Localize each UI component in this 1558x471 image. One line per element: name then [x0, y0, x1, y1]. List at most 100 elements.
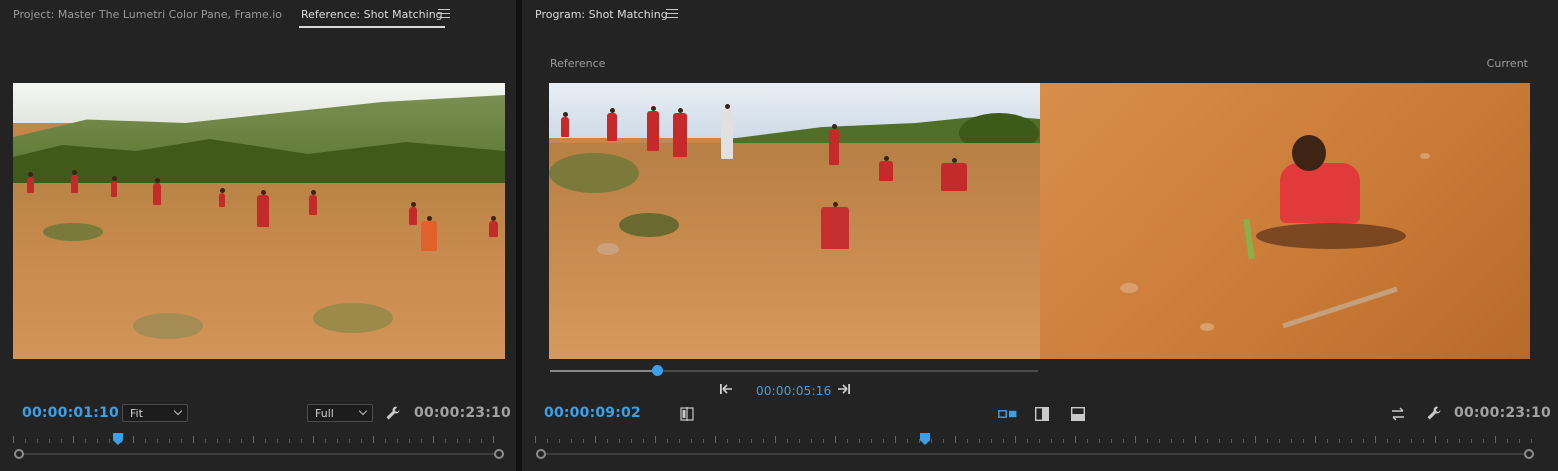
tab-program-shot-matching[interactable]: Program: Shot Matching: [535, 8, 668, 21]
ruler-tick: [313, 436, 314, 443]
ruler-tick: [739, 439, 740, 443]
ruler-tick: [241, 439, 242, 443]
ruler-tick: [1399, 439, 1400, 443]
ruler-tick: [631, 439, 632, 443]
ruler-tick: [49, 439, 50, 443]
ruler-tick: [823, 439, 824, 443]
ruler-tick: [1243, 439, 1244, 443]
ruler-tick: [1087, 439, 1088, 443]
ruler-tick: [277, 439, 278, 443]
horizontal-split-icon[interactable]: [1070, 406, 1086, 422]
reference-current-timecode[interactable]: 00:00:01:10: [22, 405, 119, 421]
program-current-timecode[interactable]: 00:00:09:02: [544, 405, 641, 421]
zoom-scrollbar[interactable]: [13, 449, 505, 459]
program-monitor-panel: Program: Shot Matching Reference Current: [522, 0, 1558, 471]
ruler-tick: [493, 436, 494, 443]
ruler-tick: [1051, 439, 1052, 443]
ruler-tick: [835, 436, 836, 443]
ruler-tick: [205, 439, 206, 443]
ruler-tick: [1327, 439, 1328, 443]
ruler-tick: [859, 439, 860, 443]
ruler-tick: [907, 439, 908, 443]
wrench-icon[interactable]: [1426, 405, 1442, 421]
zoom-select[interactable]: Fit: [122, 404, 188, 422]
ruler-tick: [157, 439, 158, 443]
ruler-tick: [361, 439, 362, 443]
ruler-tick: [655, 436, 656, 443]
ruler-tick: [955, 436, 956, 443]
ruler-tick: [97, 439, 98, 443]
ruler-tick: [397, 439, 398, 443]
ruler-tick: [181, 439, 182, 443]
time-ruler[interactable]: [535, 435, 1535, 449]
ruler-tick: [571, 439, 572, 443]
ruler-tick: [1303, 439, 1304, 443]
ruler-tick: [1423, 439, 1424, 443]
tab-reference-shot-matching[interactable]: Reference: Shot Matching: [299, 8, 445, 28]
step-to-end-icon[interactable]: [837, 383, 851, 395]
scroll-handle-start[interactable]: [536, 449, 546, 459]
ruler-tick: [1519, 439, 1520, 443]
ruler-tick: [979, 439, 980, 443]
vertical-split-icon[interactable]: [1034, 406, 1050, 422]
ruler-tick: [775, 436, 776, 443]
ruler-tick: [25, 439, 26, 443]
ruler-tick: [421, 439, 422, 443]
wrench-icon[interactable]: [385, 405, 401, 421]
ruler-tick: [457, 439, 458, 443]
side-by-side-icon[interactable]: [998, 408, 1018, 420]
ruler-tick: [535, 436, 536, 443]
resolution-select[interactable]: Full: [307, 404, 373, 422]
ruler-tick: [193, 436, 194, 443]
ruler-tick: [373, 436, 374, 443]
chevron-down-icon: [173, 406, 183, 416]
ruler-tick: [301, 439, 302, 443]
ruler-tick: [931, 439, 932, 443]
step-to-start-icon[interactable]: [719, 383, 733, 395]
tab-project[interactable]: Project: Master The Lumetri Color Pane, …: [13, 8, 282, 21]
hamburger-menu-icon[interactable]: [438, 6, 450, 20]
ruler-tick: [265, 439, 266, 443]
reference-video-frame[interactable]: [13, 83, 505, 359]
face-detection-icon[interactable]: [679, 406, 695, 422]
ruler-tick: [61, 439, 62, 443]
zoom-scrollbar[interactable]: [535, 449, 1535, 459]
ruler-tick: [1447, 439, 1448, 443]
ruler-tick: [481, 439, 482, 443]
ruler-tick: [169, 439, 170, 443]
ruler-tick: [1219, 439, 1220, 443]
right-tab-bar: Program: Shot Matching: [522, 0, 1558, 30]
ruler-tick: [1339, 439, 1340, 443]
ruler-tick: [883, 439, 884, 443]
ruler-tick: [1507, 439, 1508, 443]
scroll-handle-start[interactable]: [14, 449, 24, 459]
reference-timecode[interactable]: 00:00:05:16: [756, 384, 831, 398]
ruler-tick: [763, 439, 764, 443]
ruler-tick: [1351, 439, 1352, 443]
scroll-handle-end[interactable]: [1524, 449, 1534, 459]
swap-sides-icon[interactable]: [1390, 407, 1406, 421]
hamburger-menu-icon[interactable]: [666, 6, 678, 20]
ruler-tick: [1315, 436, 1316, 443]
time-ruler[interactable]: [13, 435, 505, 449]
scroll-handle-end[interactable]: [494, 449, 504, 459]
ruler-tick: [229, 439, 230, 443]
reference-duration-timecode: 00:00:23:10: [414, 405, 511, 421]
ruler-tick: [787, 439, 788, 443]
ruler-tick: [895, 436, 896, 443]
ruler-tick: [967, 439, 968, 443]
ruler-tick: [385, 439, 386, 443]
ruler-tick: [919, 439, 920, 443]
ruler-tick: [85, 439, 86, 443]
ruler-tick: [289, 439, 290, 443]
comparison-current-frame[interactable]: [1040, 83, 1530, 359]
reference-position-thumb[interactable]: [651, 365, 663, 376]
comparison-reference-frame[interactable]: [549, 83, 1040, 359]
ruler-tick: [547, 439, 548, 443]
left-tab-bar: Project: Master The Lumetri Color Pane, …: [0, 0, 516, 30]
ruler-tick: [1123, 439, 1124, 443]
ruler-tick: [1147, 439, 1148, 443]
ruler-tick: [1195, 436, 1196, 443]
ruler-tick: [751, 439, 752, 443]
ruler-tick: [583, 439, 584, 443]
